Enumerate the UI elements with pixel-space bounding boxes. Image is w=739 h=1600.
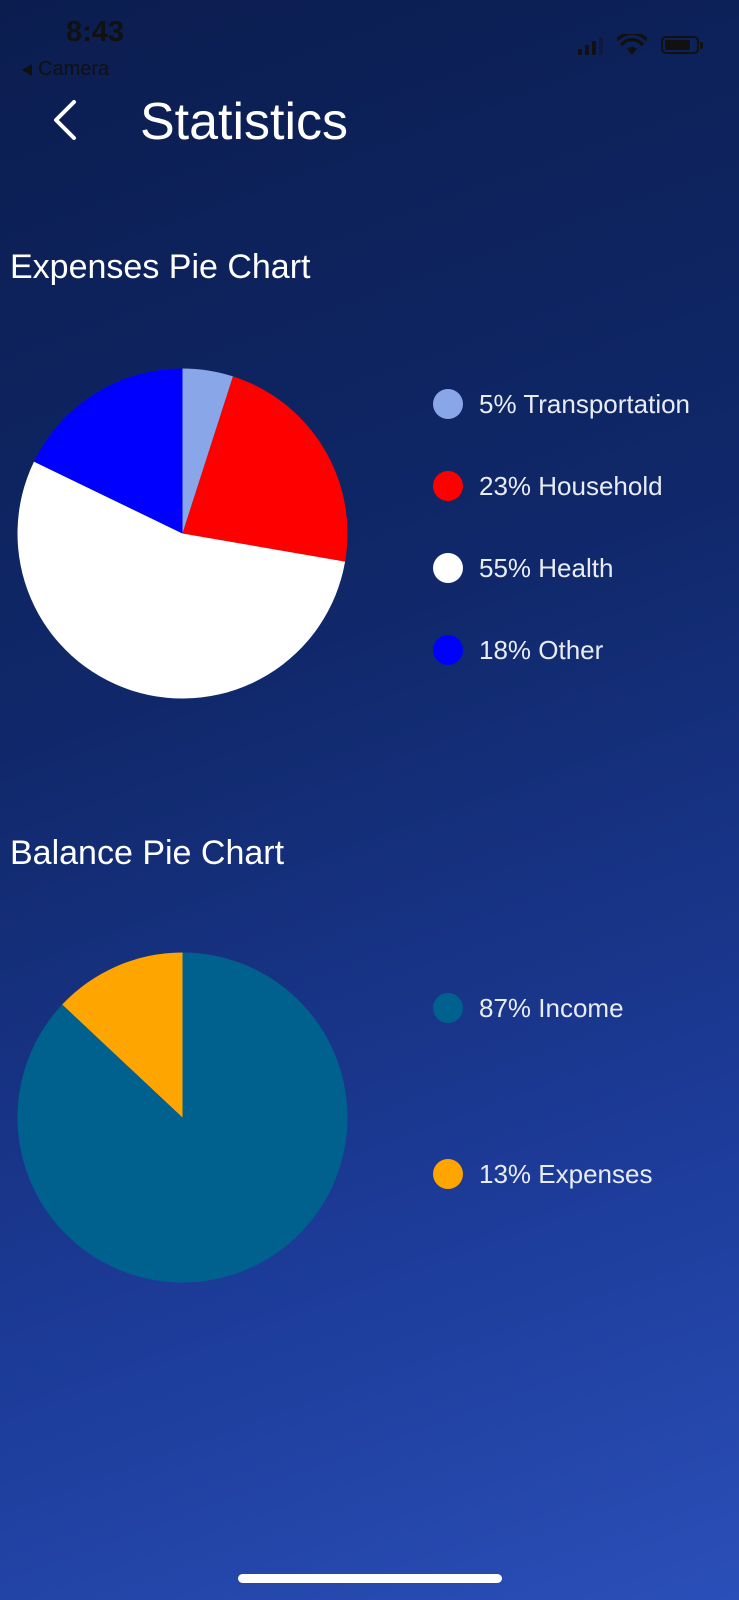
legend-item-transportation: 5% Transportation: [433, 386, 690, 422]
status-icons: [578, 34, 703, 56]
wifi-icon: [617, 34, 647, 55]
legend-dot-household: [433, 471, 463, 501]
legend-dot-income: [433, 993, 463, 1023]
legend-label-health: 55% Health: [479, 552, 614, 583]
legend-item-health: 55% Health: [433, 550, 690, 586]
legend-label-transportation: 5% Transportation: [479, 388, 691, 419]
balance-pie-chart: [17, 952, 348, 1283]
legend-label-household: 23% Household: [479, 470, 663, 501]
chevron-left-icon[interactable]: [48, 98, 88, 142]
back-app-label: Camera: [38, 58, 110, 80]
balance-chart-title: Balance Pie Chart: [10, 834, 285, 872]
cellular-signal-icon: [578, 35, 603, 55]
legend-dot-other: [433, 635, 463, 665]
legend-label-income: 87% Income: [479, 992, 624, 1023]
legend-item-expenses: 13% Expenses: [433, 1156, 652, 1192]
legend-item-income: 87% Income: [433, 990, 652, 1026]
status-time: 8:43: [66, 16, 125, 48]
legend-item-other: 18% Other: [433, 632, 690, 668]
balance-legend: 87% Income 13% Expenses: [433, 990, 652, 1192]
expenses-pie-chart: [17, 368, 348, 699]
back-triangle-icon: [22, 63, 32, 76]
legend-item-household: 23% Household: [433, 468, 690, 504]
expenses-legend: 5% Transportation 23% Household 55% Heal…: [433, 386, 690, 668]
legend-dot-health: [433, 553, 463, 583]
legend-label-expenses: 13% Expenses: [479, 1158, 653, 1189]
legend-dot-transportation: [433, 389, 463, 419]
legend-label-other: 18% Other: [479, 634, 604, 665]
battery-icon: [661, 36, 703, 54]
legend-dot-expenses: [433, 1159, 463, 1189]
page-title: Statistics: [140, 93, 349, 151]
back-to-app-link[interactable]: Camera: [22, 58, 109, 81]
home-indicator[interactable]: [238, 1574, 502, 1583]
expenses-chart-title: Expenses Pie Chart: [10, 248, 311, 286]
